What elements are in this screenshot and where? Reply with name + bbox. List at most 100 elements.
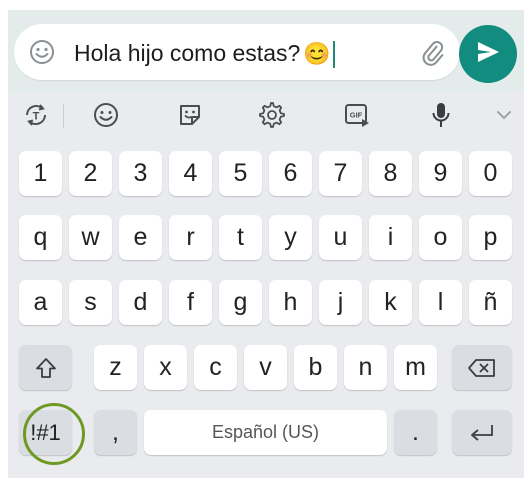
sticker-button[interactable] [174,100,206,130]
key-d[interactable]: d [119,280,162,325]
symbols-key-highlight-circle [23,403,85,465]
key-v[interactable]: v [244,345,287,390]
key-label: n [358,353,373,381]
emoji-smiling-face: 😊 [303,41,331,66]
translate-icon: T [26,104,46,126]
toolbar-divider [63,104,64,128]
microphone-button[interactable] [425,100,457,130]
keyboard: 1 2 3 4 5 6 7 8 9 0 q w e r t y u i o p … [8,139,524,478]
key-label: m [405,353,426,381]
key-n[interactable]: n [344,345,387,390]
key-0[interactable]: 0 [469,151,512,196]
key-label: e [133,223,148,251]
key-label: 5 [233,159,248,187]
key-label: j [337,288,344,316]
backspace-key[interactable] [452,345,512,390]
send-arrow-icon [475,39,501,70]
key-label: , [112,418,119,446]
collapse-toolbar-button[interactable] [488,100,520,130]
key-2[interactable]: 2 [69,151,112,196]
gif-icon: GIF [345,104,369,127]
compose-area: Hola hijo como estas? 😊 [8,10,524,92]
key-y[interactable]: y [269,215,312,260]
key-q[interactable]: q [19,215,62,260]
settings-gear-icon [259,102,285,128]
key-label: s [84,288,97,316]
key-w[interactable]: w [69,215,112,260]
key-label: x [159,353,172,381]
message-text-field[interactable]: Hola hijo como estas? 😊 [74,38,335,69]
key-b[interactable]: b [294,345,337,390]
key-label: 7 [333,159,348,187]
key-label: r [186,223,195,251]
key-label: ñ [483,288,498,316]
key-label: 3 [133,159,148,187]
key-9[interactable]: 9 [419,151,462,196]
key-3[interactable]: 3 [119,151,162,196]
key-p[interactable]: p [469,215,512,260]
space-bar[interactable]: Español (US) [144,410,387,455]
key-label: q [33,223,48,251]
emoji-button[interactable] [90,100,122,130]
key-l[interactable]: l [419,280,462,325]
key-i[interactable]: i [369,215,412,260]
key-1[interactable]: 1 [19,151,62,196]
gif-label: GIF [350,111,363,120]
key-h[interactable]: h [269,280,312,325]
chevron-down-icon [497,111,511,120]
key-label: i [387,223,394,251]
key-a[interactable]: a [19,280,62,325]
key-4[interactable]: 4 [169,151,212,196]
key-j[interactable]: j [319,280,362,325]
key-label: k [384,288,397,316]
key-n-tilde[interactable]: ñ [469,280,512,325]
keyboard-toolbar: T GIF [8,92,524,139]
key-5[interactable]: 5 [219,151,262,196]
text-caret [332,41,335,69]
paperclip-icon[interactable] [418,38,446,66]
translate-label: T [33,111,40,123]
gif-button[interactable]: GIF [341,100,373,130]
key-u[interactable]: u [319,215,362,260]
key-z[interactable]: z [94,345,137,390]
enter-key[interactable] [452,410,512,455]
key-7[interactable]: 7 [319,151,362,196]
key-s[interactable]: s [69,280,112,325]
key-label: Español (US) [211,422,320,442]
key-label: 6 [283,159,298,187]
key-m[interactable]: m [394,345,437,390]
key-o[interactable]: o [419,215,462,260]
key-g[interactable]: g [219,280,262,325]
key-k[interactable]: k [369,280,412,325]
key-t[interactable]: t [219,215,262,260]
key-label: 1 [33,159,48,187]
send-button[interactable] [459,25,517,83]
backspace-icon [468,358,495,377]
key-f[interactable]: f [169,280,212,325]
keyboard-screen: Hola hijo como estas? 😊 T GIF 1 2 3 4 5 … [8,10,524,478]
translate-button[interactable]: T [20,100,52,130]
smiley-face-icon[interactable] [28,38,56,66]
key-6[interactable]: 6 [269,151,312,196]
key-e[interactable]: e [119,215,162,260]
message-input-bar[interactable]: Hola hijo como estas? 😊 [14,24,460,80]
key-label: y [284,223,297,251]
key-label: 0 [483,159,498,187]
settings-button[interactable] [256,100,288,130]
key-label: z [109,353,122,381]
comma-key[interactable]: , [94,410,137,455]
message-text: Hola hijo como estas? [74,40,301,66]
key-c[interactable]: c [194,345,237,390]
key-label: w [81,223,100,251]
key-label: d [133,288,148,316]
key-label: b [308,353,323,381]
key-label: c [209,353,222,381]
key-label: o [433,223,448,251]
key-8[interactable]: 8 [369,151,412,196]
period-key[interactable]: . [394,410,437,455]
key-label: 4 [183,159,198,187]
shift-key[interactable] [19,345,72,390]
key-r[interactable]: r [169,215,212,260]
key-x[interactable]: x [144,345,187,390]
shift-arrow-icon [35,357,56,378]
